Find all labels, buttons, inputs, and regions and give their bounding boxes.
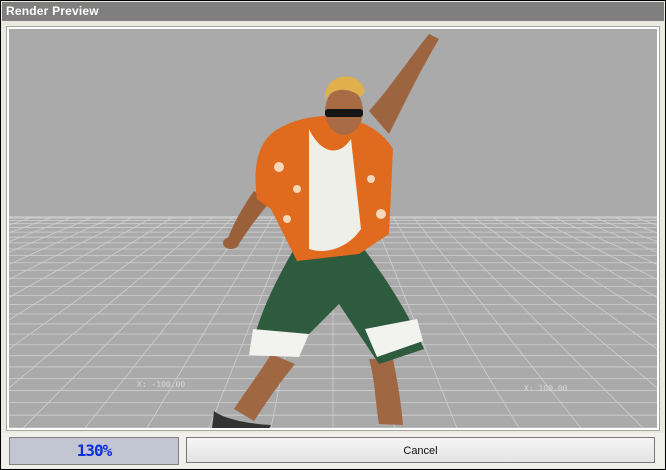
shorts-stripe-left [249,329,309,357]
render-scene [9,29,657,428]
window-title: Render Preview [6,4,99,18]
grid-coordinate-label-right: X: 100.00 [524,384,568,393]
render-viewport[interactable]: X: -100.00 X: 100.00 [9,29,657,428]
progress-label: 130% [76,441,113,460]
left-hand [223,237,239,249]
title-bar: Render Preview [2,2,664,21]
grid-coordinate-label-left: X: -100.00 [137,380,186,389]
render-progress-indicator: 130% [9,437,179,465]
sunglasses [325,109,363,117]
viewport-frame: X: -100.00 X: 100.00 [6,26,660,431]
bottom-bar: 130% Cancel [2,433,664,468]
cancel-button[interactable]: Cancel [186,437,655,463]
render-preview-window: Render Preview X: -100.00 X: 100.00 130%… [0,0,666,470]
